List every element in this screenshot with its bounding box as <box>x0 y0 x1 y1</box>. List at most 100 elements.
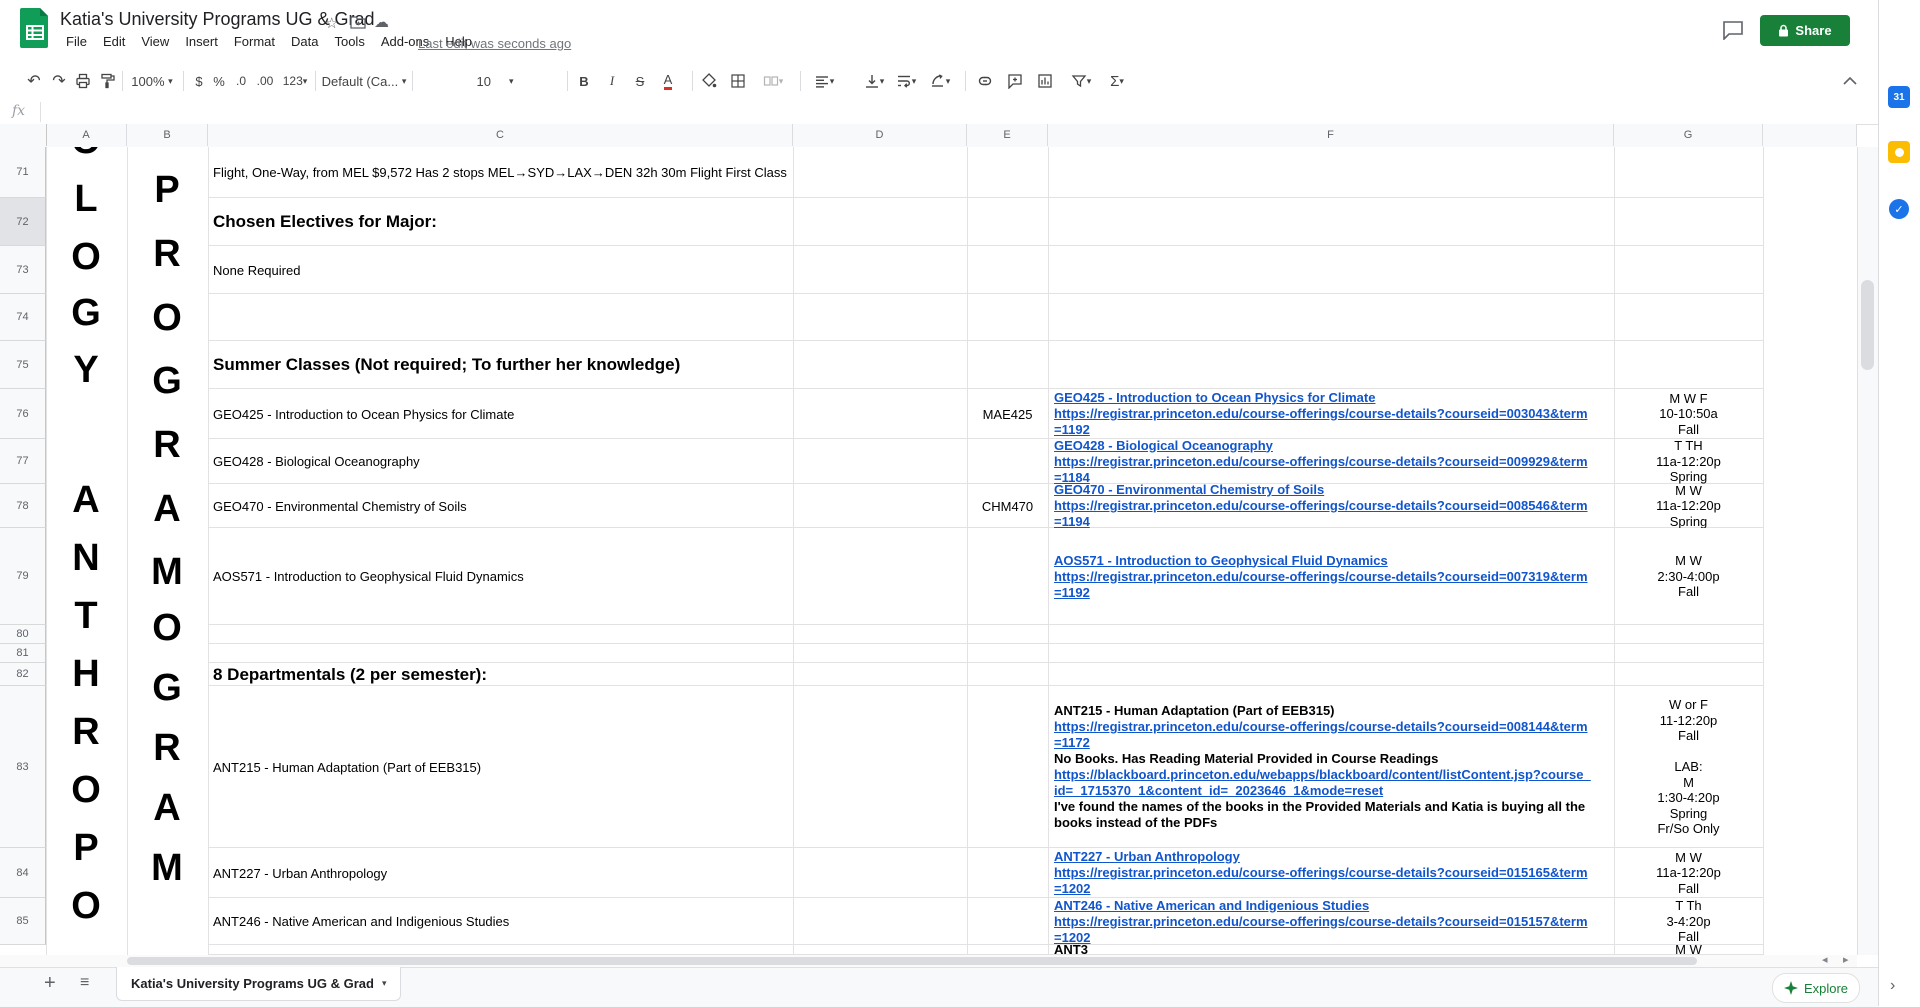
move-folder-icon[interactable] <box>350 16 366 29</box>
cell-G78[interactable]: M W11a-12:20pSpring <box>1615 484 1762 528</box>
formula-bar[interactable] <box>0 100 1920 125</box>
horizontal-align-button[interactable]: ▾ <box>808 62 840 100</box>
insert-comment-button[interactable] <box>1005 62 1025 100</box>
cell-G79[interactable]: M W2:30-4:00pFall <box>1615 528 1762 625</box>
menu-file[interactable]: File <box>58 32 95 51</box>
column-header-blank[interactable] <box>1763 124 1857 146</box>
cell-link-line[interactable]: GEO470 - Environmental Chemistry of Soil… <box>1054 484 1614 498</box>
font-family-select[interactable]: Default (Ca... ▾ <box>323 62 405 100</box>
menu-tools[interactable]: Tools <box>326 32 372 51</box>
cell-F76[interactable]: GEO425 - Introduction to Ocean Physics f… <box>1049 389 1614 439</box>
sheets-logo-icon[interactable] <box>20 8 50 48</box>
cell-C83[interactable]: ANT215 - Human Adaptation (Part of EEB31… <box>209 686 796 848</box>
row-header-83[interactable]: 83 <box>0 686 46 848</box>
cell-link-line[interactable]: https://registrar.princeton.edu/course-o… <box>1054 569 1614 585</box>
cell-link-line[interactable]: https://registrar.princeton.edu/course-o… <box>1054 865 1614 881</box>
merge-cells-button[interactable]: ▾ <box>756 62 790 100</box>
cell-C78[interactable]: GEO470 - Environmental Chemistry of Soil… <box>209 484 796 528</box>
column-header-B[interactable]: B <box>127 124 208 146</box>
menu-insert[interactable]: Insert <box>177 32 226 51</box>
insert-chart-button[interactable] <box>1035 62 1055 100</box>
cell-link-line[interactable]: ANT246 - Native American and Indigenious… <box>1054 898 1614 914</box>
keep-icon[interactable] <box>1888 141 1910 163</box>
row-header-78[interactable]: 78 <box>0 484 46 528</box>
select-all-corner[interactable] <box>0 124 47 146</box>
menu-format[interactable]: Format <box>226 32 283 51</box>
cell-link-line[interactable]: =1194 <box>1054 514 1614 528</box>
tasks-icon[interactable]: ✓ <box>1888 198 1910 220</box>
italic-button[interactable]: I <box>602 62 622 100</box>
cell-F85[interactable]: ANT246 - Native American and Indigenious… <box>1049 898 1614 945</box>
cell-link-line[interactable]: =1184 <box>1054 470 1614 485</box>
scroll-left-arrow[interactable]: ◂ <box>1822 953 1828 966</box>
cell-link-line[interactable]: https://registrar.princeton.edu/course-o… <box>1054 498 1614 514</box>
spreadsheet-grid[interactable]: 71Flight, One-Way, from MEL $9,572 Has 2… <box>0 147 1857 955</box>
column-header-A[interactable]: A <box>46 124 127 146</box>
row-header-76[interactable]: 76 <box>0 389 46 439</box>
filter-button[interactable]: ▾ <box>1065 62 1097 100</box>
menu-view[interactable]: View <box>133 32 177 51</box>
bold-button[interactable]: B <box>574 62 594 100</box>
menu-data[interactable]: Data <box>283 32 326 51</box>
cell-F83[interactable]: ANT215 - Human Adaptation (Part of EEB31… <box>1049 686 1614 848</box>
scroll-right-arrow[interactable]: ▸ <box>1843 953 1849 966</box>
column-header-F[interactable]: F <box>1048 124 1614 146</box>
column-header-E[interactable]: E <box>967 124 1048 146</box>
cell-C75[interactable]: Summer Classes (Not required; To further… <box>209 341 796 389</box>
star-icon[interactable]: ☆ <box>325 14 338 32</box>
vertical-align-button[interactable]: ▾ <box>858 62 890 100</box>
cell-link-line[interactable]: https://registrar.princeton.edu/course-o… <box>1054 406 1614 422</box>
cell-link-line[interactable]: https://registrar.princeton.edu/course-o… <box>1054 719 1614 735</box>
cell-C79[interactable]: AOS571 - Introduction to Geophysical Flu… <box>209 528 796 625</box>
text-color-button[interactable]: A <box>658 62 678 100</box>
cell-G83[interactable]: W or F11-12:20pFall LAB:M1:30-4:20pSprin… <box>1615 686 1762 848</box>
panel-expand-chevron[interactable]: › <box>1890 977 1895 995</box>
row-header-77[interactable]: 77 <box>0 439 46 484</box>
borders-button[interactable] <box>728 62 748 100</box>
cell-link-line[interactable]: =1172 <box>1054 735 1614 751</box>
collapse-toolbar-button[interactable] <box>1838 62 1862 100</box>
format-currency-button[interactable]: $ <box>190 62 208 100</box>
add-sheet-button[interactable]: + <box>44 972 56 995</box>
cell-link-line[interactable]: https://registrar.princeton.edu/course-o… <box>1054 454 1614 470</box>
last-edit-status[interactable]: Last edit was seconds ago <box>418 36 571 51</box>
font-size-select[interactable]: 10 ▾ <box>455 62 535 100</box>
row-header-82[interactable]: 82 <box>0 663 46 686</box>
cell-Fpartial[interactable]: ANT3 <box>1049 945 1614 955</box>
cell-link-line[interactable]: https://blackboard.princeton.edu/webapps… <box>1054 767 1614 783</box>
undo-button[interactable]: ↶ <box>24 62 44 100</box>
cell-link-line[interactable]: =1202 <box>1054 881 1614 897</box>
redo-button[interactable]: ↷ <box>49 62 69 100</box>
row-header-80[interactable]: 80 <box>0 625 46 644</box>
cell-F77[interactable]: GEO428 - Biological Oceanographyhttps://… <box>1049 439 1614 484</box>
row-header-79[interactable]: 79 <box>0 528 46 625</box>
text-rotation-button[interactable]: ▾ <box>924 62 956 100</box>
cell-C76[interactable]: GEO425 - Introduction to Ocean Physics f… <box>209 389 796 439</box>
format-percent-button[interactable]: % <box>210 62 228 100</box>
cell-C72[interactable]: Chosen Electives for Major: <box>209 198 796 246</box>
menu-edit[interactable]: Edit <box>95 32 133 51</box>
comment-history-icon[interactable] <box>1722 20 1744 40</box>
fill-color-button[interactable] <box>699 62 719 100</box>
zoom-select[interactable]: 100% ▾ <box>130 62 174 100</box>
cell-link-line[interactable]: GEO428 - Biological Oceanography <box>1054 439 1614 454</box>
cell-C85[interactable]: ANT246 - Native American and Indigenious… <box>209 898 796 945</box>
cell-C73[interactable]: None Required <box>209 246 796 294</box>
decrease-decimals-button[interactable]: .0 <box>230 62 252 100</box>
cell-link-line[interactable]: id=_1715370_1&content_id=_2023646_1&mode… <box>1054 783 1614 799</box>
explore-button[interactable]: Explore <box>1772 973 1860 1003</box>
cloud-status-icon[interactable]: ☁ <box>374 13 389 31</box>
row-header-71[interactable]: 71 <box>0 147 46 198</box>
row-header-72[interactable]: 72 <box>0 198 46 246</box>
cell-link-line[interactable]: =1192 <box>1054 422 1614 438</box>
cell-F78[interactable]: GEO470 - Environmental Chemistry of Soil… <box>1049 484 1614 528</box>
functions-button[interactable]: Σ▾ <box>1100 62 1134 100</box>
all-sheets-menu-icon[interactable]: ≡ <box>80 974 89 992</box>
cell-F79[interactable]: AOS571 - Introduction to Geophysical Flu… <box>1049 528 1614 625</box>
cell-G76[interactable]: M W F10-10:50aFall <box>1615 389 1762 439</box>
paint-format-button[interactable] <box>98 62 118 100</box>
vertical-scrollbar-thumb[interactable] <box>1861 280 1874 370</box>
print-button[interactable] <box>73 62 93 100</box>
row-header-85[interactable]: 85 <box>0 898 46 945</box>
cell-Gpartial[interactable]: M W <box>1615 945 1762 955</box>
